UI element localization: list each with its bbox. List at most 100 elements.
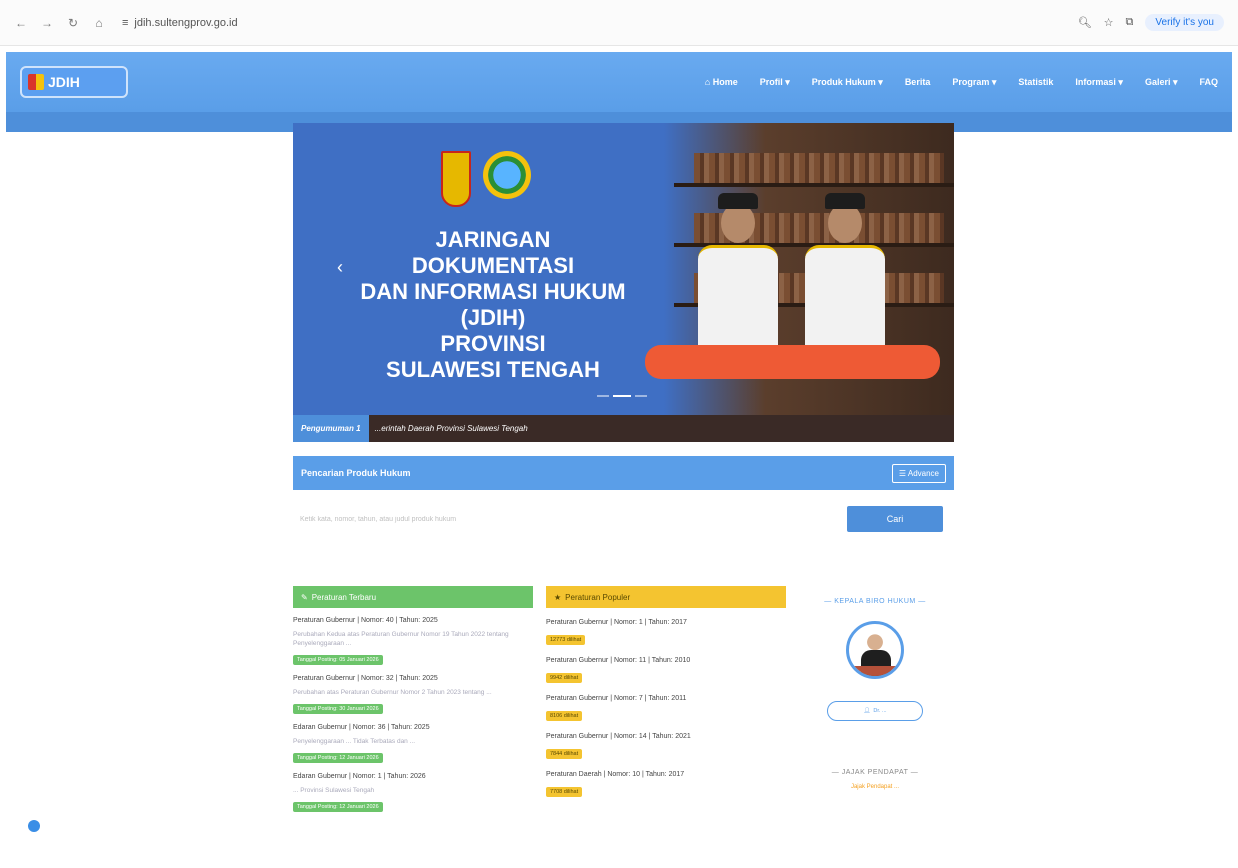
official-name-pill[interactable]: 👤︎ Dr. ... — [827, 701, 923, 721]
sidebar-head-title: — KEPALA BIRO HUKUM — — [824, 598, 926, 605]
list-item[interactable]: Peraturan Gubernur | Nomor: 11 | Tahun: … — [546, 656, 786, 684]
item-description: ... Provinsi Sulawesi Tengah — [293, 787, 375, 794]
list-item[interactable]: Peraturan Gubernur | Nomor: 1 | Tahun: 2… — [546, 618, 786, 646]
carousel-dot-active[interactable] — [613, 395, 631, 397]
item-description: Penyelenggaraan ... Tidak Terbatas dan .… — [293, 738, 416, 745]
popular-regulations-header: ★ Peraturan Populer — [546, 586, 786, 608]
advance-search-button[interactable]: ☰ Advance — [891, 463, 946, 483]
carousel-indicators — [597, 395, 647, 397]
item-title[interactable]: Peraturan Gubernur | Nomor: 1 | Tahun: 2… — [546, 618, 786, 628]
menu-galeri-label: Galeri — [1144, 76, 1171, 87]
list-item[interactable]: Edaran Gubernur | Nomor: 1 | Tahun: 2026… — [293, 772, 533, 813]
list-item[interactable]: Peraturan Gubernur | Nomor: 7 | Tahun: 2… — [546, 694, 786, 722]
vice-governor-photo — [805, 193, 885, 355]
carousel-prev-icon[interactable]: ‹ — [337, 257, 343, 278]
reload-icon[interactable]: ↻ — [66, 16, 80, 30]
banner-title: JARINGAN DOKUMENTASI DAN INFORMASI HUKUM… — [353, 227, 633, 383]
posting-date-badge: Tanggal Posting: 05 Januari 2026 — [293, 655, 383, 665]
menu-produk-hukum-label: Produk Hukum — [811, 76, 876, 87]
site-logo[interactable]: JDIH — [20, 66, 128, 98]
latest-regulations-title: Peraturan Terbaru — [311, 592, 377, 602]
shelf — [674, 183, 954, 187]
item-title[interactable]: Edaran Gubernur | Nomor: 1 | Tahun: 2026 — [293, 772, 533, 782]
ticker-text[interactable]: ...erintah Daerah Provinsi Sulawesi Teng… — [375, 424, 528, 433]
back-icon[interactable]: ← — [14, 16, 28, 30]
latest-regulations-panel: ✎ Peraturan Terbaru Peraturan Gubernur |… — [293, 586, 533, 813]
item-title[interactable]: Peraturan Gubernur | Nomor: 14 | Tahun: … — [546, 732, 786, 742]
banner-title-line: DAN INFORMASI HUKUM — [360, 279, 626, 304]
avatar — [846, 621, 904, 679]
posting-date-badge: Tanggal Posting: 12 Januari 2026 — [293, 802, 383, 812]
carousel-dot[interactable] — [635, 395, 647, 397]
banner-title-line: PROVINSI — [440, 331, 546, 356]
ticker-label: Pengumuman 1 — [293, 415, 369, 442]
zoom-icon[interactable]: 🔍︎ — [1078, 16, 1092, 29]
menu-informasi[interactable]: Informasi ▾ — [1075, 77, 1123, 88]
popular-regulations-title: Peraturan Populer — [565, 592, 631, 602]
province-emblem-icon — [441, 151, 471, 207]
view-count-badge: 9942 dilihat — [546, 673, 583, 683]
announcement-ticker: Pengumuman 1 ...erintah Daerah Provinsi … — [293, 415, 954, 442]
item-title[interactable]: Edaran Gubernur | Nomor: 36 | Tahun: 202… — [293, 723, 533, 733]
posting-date-badge: Tanggal Posting: 30 Januari 2026 — [293, 704, 383, 714]
chat-bubble-icon[interactable] — [28, 820, 40, 832]
official-name: Dr. ... — [873, 708, 887, 714]
menu-program[interactable]: Program ▾ — [952, 77, 996, 88]
star-icon: ★ — [554, 592, 562, 602]
search-heading: Pencarian Produk Hukum — [301, 468, 411, 478]
poll-title-text: JAJAK PENDAPAT — [841, 769, 909, 776]
menu-produk-hukum[interactable]: Produk Hukum ▾ — [812, 77, 883, 88]
banner-title-line: JARINGAN DOKUMENTASI — [411, 227, 575, 278]
emblems — [441, 151, 531, 207]
search-panel-header: Pencarian Produk Hukum ☰ Advance — [293, 456, 954, 490]
head-shape — [721, 203, 755, 243]
list-item[interactable]: Peraturan Gubernur | Nomor: 14 | Tahun: … — [546, 732, 786, 760]
sidebar: — KEPALA BIRO HUKUM — 👤︎ Dr. ... — JAJAK… — [800, 598, 950, 790]
url-text: jdih.sultengprov.go.id — [134, 16, 238, 29]
item-title[interactable]: Peraturan Gubernur | Nomor: 32 | Tahun: … — [293, 674, 533, 684]
list-item[interactable]: Edaran Gubernur | Nomor: 36 | Tahun: 202… — [293, 723, 533, 764]
carousel-dot[interactable] — [597, 395, 609, 397]
item-description: Perubahan atas Peraturan Gubernur Nomor … — [293, 689, 492, 696]
view-count-badge: 7708 dilihat — [546, 787, 583, 797]
search-input[interactable] — [300, 507, 830, 531]
hero-banner: ‹ JARINGAN DOKUMENTASI DAN INFORMASI HUK… — [293, 123, 954, 415]
menu-profil[interactable]: Profil ▾ — [760, 77, 790, 88]
site-info-icon[interactable]: ≡ — [122, 17, 128, 29]
forward-icon[interactable]: → — [40, 16, 54, 30]
menu-home-label: Home — [712, 76, 738, 87]
item-title[interactable]: Peraturan Gubernur | Nomor: 7 | Tahun: 2… — [546, 694, 786, 704]
poll-text[interactable]: Jajak Pendapat ... — [800, 784, 950, 790]
user-icon: 👤︎ — [863, 708, 871, 714]
view-count-badge: 7844 dilihat — [546, 749, 583, 759]
latest-regulations-header: ✎ Peraturan Terbaru — [293, 586, 533, 608]
item-title[interactable]: Peraturan Gubernur | Nomor: 11 | Tahun: … — [546, 656, 786, 666]
bookshelf-row — [694, 153, 944, 183]
verify-button[interactable]: Verify it's you — [1145, 14, 1224, 31]
logo-mark-icon — [28, 74, 44, 90]
extensions-icon[interactable]: ⧉ — [1126, 16, 1134, 29]
address-bar[interactable]: ≡ jdih.sultengprov.go.id — [122, 17, 238, 29]
search-button[interactable]: Cari — [847, 506, 943, 532]
avatar-base — [849, 666, 901, 676]
menu-faq[interactable]: FAQ — [1199, 77, 1218, 88]
view-count-badge: 12773 dilihat — [546, 635, 586, 645]
home-icon[interactable]: ⌂ — [92, 16, 106, 30]
site-navbar: JDIH ⌂ Home Profil ▾ Produk Hukum ▾ Beri… — [6, 52, 1232, 112]
uniform-shape — [698, 245, 778, 355]
posting-date-badge: Tanggal Posting: 12 Januari 2026 — [293, 753, 383, 763]
menu-home[interactable]: ⌂ Home — [705, 77, 738, 88]
menu-berita[interactable]: Berita — [905, 77, 931, 88]
menu-statistik[interactable]: Statistik — [1018, 77, 1053, 88]
menu-galeri[interactable]: Galeri ▾ — [1145, 77, 1178, 88]
list-item[interactable]: Peraturan Gubernur | Nomor: 40 | Tahun: … — [293, 616, 533, 666]
item-title[interactable]: Peraturan Gubernur | Nomor: 40 | Tahun: … — [293, 616, 533, 626]
banner-title-line: (JDIH) — [460, 305, 526, 330]
bookmark-icon[interactable]: ☆ — [1104, 16, 1114, 29]
logo-text: JDIH — [48, 74, 80, 90]
list-item[interactable]: Peraturan Daerah | Nomor: 10 | Tahun: 20… — [546, 770, 786, 798]
uniform-shape — [805, 245, 885, 355]
item-title[interactable]: Peraturan Daerah | Nomor: 10 | Tahun: 20… — [546, 770, 786, 780]
list-item[interactable]: Peraturan Gubernur | Nomor: 32 | Tahun: … — [293, 674, 533, 715]
menu-program-label: Program — [952, 76, 990, 87]
